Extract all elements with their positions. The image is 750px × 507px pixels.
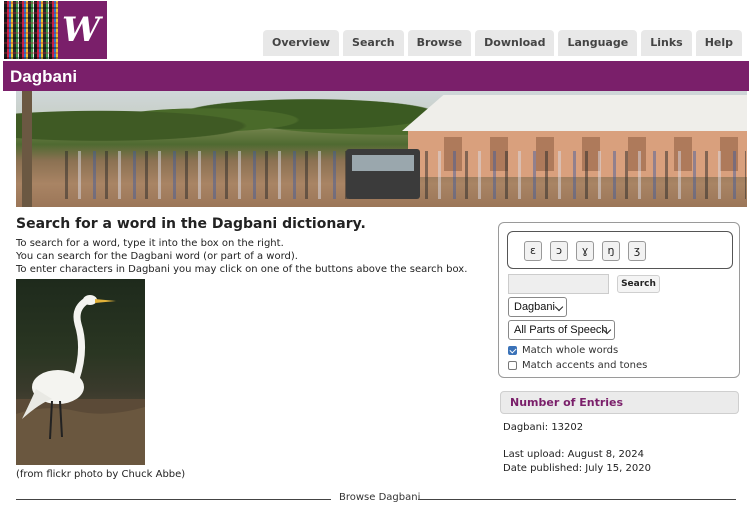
intro-line: You can search for the Dagbani word (or … [16, 251, 298, 262]
intro-text: To search for a word, type it into the b… [16, 237, 467, 276]
last-upload: Last upload: August 8, 2024 [503, 449, 644, 460]
entries-heading: Number of Entries [510, 396, 624, 409]
nav-tab-language[interactable]: Language [558, 30, 638, 56]
nav-tab-search[interactable]: Search [343, 30, 404, 56]
search-input[interactable] [508, 274, 609, 294]
divider-line-right [418, 499, 736, 500]
chevron-down-icon [554, 302, 564, 312]
search-button[interactable]: Search [617, 275, 660, 293]
photo-credit: (from flickr photo by Chuck Abbe) [16, 469, 186, 480]
nav-tab-browse[interactable]: Browse [407, 30, 472, 56]
page-title: Dagbani [10, 67, 78, 86]
nav-tab-help[interactable]: Help [695, 30, 742, 56]
pos-select-value: All Parts of Speech [514, 324, 608, 336]
browse-divider: Browse Dagbani [16, 492, 736, 506]
divider-line-left [16, 499, 331, 500]
match-whole-words-checkbox[interactable] [508, 346, 517, 355]
search-heading: Search for a word in the Dagbani diction… [16, 216, 366, 232]
match-accents-label: Match accents and tones [522, 360, 648, 371]
banner-building-roof [402, 95, 747, 131]
banner-photo [16, 91, 747, 207]
search-panel: ɛ ɔ ɣ ŋ ʒ Search Dagbani All Parts of Sp… [498, 222, 740, 378]
banner-truck [346, 149, 420, 199]
nav-tab-links[interactable]: Links [641, 30, 692, 56]
entries-header: Number of Entries [500, 391, 739, 414]
date-published: Date published: July 15, 2020 [503, 463, 651, 474]
kente-weave-graphic [4, 1, 58, 59]
egret-illustration [16, 295, 145, 465]
match-accents-checkbox[interactable] [508, 361, 517, 370]
intro-line: To search for a word, type it into the b… [16, 238, 284, 249]
char-button-ezh[interactable]: ʒ [628, 241, 646, 261]
char-button-open-e[interactable]: ɛ [524, 241, 542, 261]
char-button-eng[interactable]: ŋ [602, 241, 620, 261]
intro-line: To enter characters in Dagbani you may c… [16, 264, 468, 275]
egret-photo [16, 279, 145, 465]
language-select[interactable]: Dagbani [508, 297, 567, 317]
char-button-gamma[interactable]: ɣ [576, 241, 594, 261]
char-button-open-o[interactable]: ɔ [550, 241, 568, 261]
banner-pole [22, 91, 32, 207]
main-nav: Overview Search Browse Download Language… [263, 30, 742, 56]
banner-trees [16, 91, 436, 149]
language-select-value: Dagbani [514, 301, 555, 313]
title-bar: Dagbani [3, 61, 749, 91]
nav-tab-download[interactable]: Download [475, 30, 555, 56]
logo-letter: W [62, 10, 100, 50]
site-logo[interactable]: W [4, 1, 107, 59]
special-char-buttons: ɛ ɔ ɣ ŋ ʒ [507, 231, 733, 269]
nav-tab-overview[interactable]: Overview [263, 30, 340, 56]
match-whole-words-label: Match whole words [522, 345, 619, 356]
part-of-speech-select[interactable]: All Parts of Speech [508, 320, 615, 340]
browse-label[interactable]: Browse Dagbani [339, 492, 420, 503]
entry-count: Dagbani: 13202 [503, 422, 584, 433]
